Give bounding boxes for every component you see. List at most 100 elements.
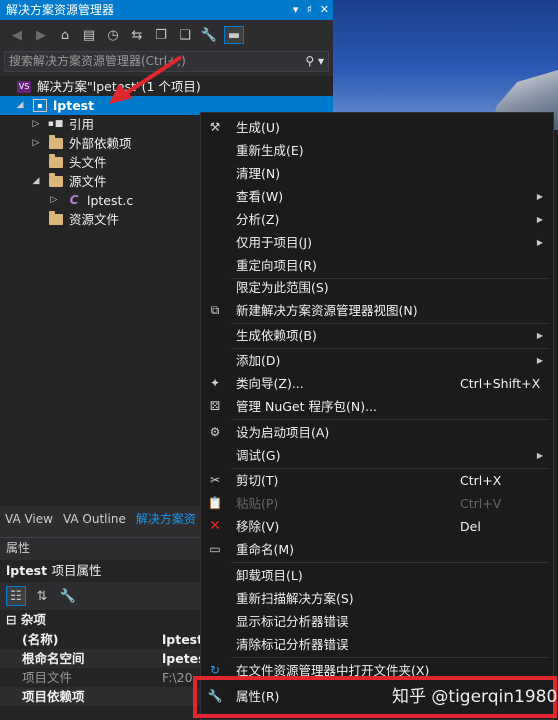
tab-va-outline[interactable]: VA Outline — [58, 508, 131, 530]
solution-explorer-title: 解决方案资源管理器 — [6, 3, 115, 17]
menu-item-rescan[interactable]: 重新扫描解决方案(S) — [201, 587, 553, 610]
pending-changes-icon[interactable]: ◷ — [104, 26, 122, 44]
properties-object-name: lptest — [6, 563, 48, 578]
menu-item-label: 查看(W) — [236, 189, 284, 204]
menu-item-view[interactable]: 查看(W) ▶ — [201, 185, 553, 208]
back-icon[interactable]: ◀ — [8, 26, 26, 44]
expand-arrow-icon[interactable]: ▷ — [48, 191, 60, 210]
collapse-all-icon[interactable]: ❐ — [152, 26, 170, 44]
tree-item-label: lptest.c — [87, 193, 134, 208]
switch-views-icon[interactable]: ▤ — [80, 26, 98, 44]
forward-icon[interactable]: ▶ — [32, 26, 50, 44]
expand-arrow-icon[interactable]: ▷ — [30, 115, 42, 134]
collapse-category-icon[interactable]: ⊟ — [6, 612, 16, 627]
menu-item-build-deps[interactable]: 生成依赖项(B) ▶ — [201, 324, 553, 347]
menu-item-clean[interactable]: 清理(N) — [201, 162, 553, 185]
home-icon[interactable]: ⌂ — [56, 26, 74, 44]
menu-item-retarget[interactable]: 重定向项目(R) — [201, 254, 553, 277]
categorized-icon[interactable]: ☷ — [6, 586, 26, 606]
menu-item-label: 限定为此范围(S) — [236, 280, 329, 295]
collapse-arrow-icon[interactable]: ◢ — [14, 96, 26, 115]
tree-item-label: 引用 — [69, 117, 95, 132]
menu-item-label: 重新扫描解决方案(S) — [236, 591, 354, 606]
tab-va-view[interactable]: VA View — [0, 508, 58, 530]
folder-icon — [49, 135, 63, 149]
folder-open-icon — [49, 173, 63, 187]
gear-icon: ⚙ — [209, 425, 221, 439]
menu-item-label: 剪切(T) — [236, 473, 279, 488]
property-value: lptest — [162, 632, 204, 647]
property-name: 项目依赖项 — [22, 689, 85, 704]
property-category[interactable]: ⊟ 杂项 — [0, 610, 46, 629]
nuget-icon: ⚄ — [209, 399, 221, 413]
menu-item-rebuild[interactable]: 重新生成(E) — [201, 139, 553, 162]
menu-item-label: 清除标记分析器错误 — [236, 637, 349, 652]
menu-item-shortcut: Del — [460, 519, 481, 534]
property-name: 项目文件 — [22, 670, 73, 685]
sync-icon[interactable]: ⇆ — [128, 26, 146, 44]
menu-item-label: 调试(G) — [236, 448, 281, 463]
expand-arrow-icon[interactable]: ▷ — [30, 134, 42, 153]
properties-wrench-icon[interactable]: 🔧 — [200, 26, 218, 44]
new-view-icon: ⧉ — [210, 303, 220, 317]
menu-item-label: 仅用于项目(J) — [236, 235, 312, 250]
menu-item-label: 粘贴(P) — [236, 496, 279, 511]
build-icon: ⚒ — [209, 120, 221, 134]
properties-object-type: 项目属性 — [51, 563, 102, 578]
menu-item-new-view[interactable]: ⧉ 新建解决方案资源管理器视图(N) — [201, 299, 553, 322]
solution-explorer-title-bar: 解决方案资源管理器 ▾ ♯ ✕ — [0, 0, 333, 20]
menu-item-nuget[interactable]: ⚄ 管理 NuGet 程序包(N)... — [201, 395, 553, 418]
tab-solution-explorer[interactable]: 解决方案资 — [131, 508, 201, 530]
watermark: 知乎 @tigerqin1980 — [392, 687, 558, 707]
close-icon[interactable]: ✕ — [320, 0, 329, 20]
menu-item-build[interactable]: ⚒ 生成(U) — [201, 116, 553, 139]
solution-icon: VS — [17, 80, 31, 93]
menu-item-remove[interactable]: ✕ 移除(V) Del — [201, 515, 553, 538]
menu-item-label: 移除(V) — [236, 519, 280, 534]
red-arrow-annotation — [109, 55, 183, 104]
menu-item-shortcut: Ctrl+Shift+X — [460, 376, 541, 391]
menu-item-show-tag-errors[interactable]: 显示标记分析器错误 — [201, 610, 553, 633]
class-wizard-icon: ✦ — [209, 376, 221, 390]
scissors-icon: ✂ — [209, 473, 221, 487]
menu-item-scope-to-this[interactable]: 限定为此范围(S) — [201, 276, 553, 299]
folder-icon — [49, 154, 63, 168]
menu-item-analyze[interactable]: 分析(Z) ▶ — [201, 208, 553, 231]
menu-item-debug[interactable]: 调试(G) ▶ — [201, 444, 553, 467]
menu-item-label: 生成依赖项(B) — [236, 328, 317, 343]
menu-item-add[interactable]: 添加(D) ▶ — [201, 349, 553, 372]
pin-icon[interactable]: ♯ — [306, 0, 311, 20]
menu-item-project-only[interactable]: 仅用于项目(J) ▶ — [201, 231, 553, 254]
menu-item-clear-tag-errors[interactable]: 清除标记分析器错误 — [201, 633, 553, 656]
menu-item-cut[interactable]: ✂ 剪切(T) Ctrl+X — [201, 469, 553, 492]
c-file-icon: C — [69, 193, 79, 207]
menu-separator — [231, 562, 549, 563]
tree-item-label: 资源文件 — [69, 212, 120, 227]
property-value: F:\20 — [162, 670, 193, 685]
alphabetical-icon[interactable]: ⇅ — [32, 586, 52, 606]
tree-item-label: 源文件 — [69, 174, 107, 189]
project-icon: ▪ — [33, 99, 47, 112]
paste-icon: 📋 — [207, 496, 223, 510]
remove-icon: ✕ — [209, 518, 221, 534]
menu-item-rename[interactable]: ▭ 重命名(M) — [201, 538, 553, 561]
menu-item-paste[interactable]: 📋 粘贴(P) Ctrl+V — [201, 492, 553, 515]
search-icon[interactable]: ⚲ ▾ — [305, 52, 324, 71]
dropdown-icon[interactable]: ▾ — [293, 0, 299, 20]
menu-item-class-wizard[interactable]: ✦ 类向导(Z)... Ctrl+Shift+X — [201, 372, 553, 395]
collapse-arrow-icon[interactable]: ◢ — [30, 172, 42, 191]
submenu-arrow-icon: ▶ — [536, 238, 543, 247]
show-all-files-icon[interactable]: ❏ — [176, 26, 194, 44]
menu-item-unload[interactable]: 卸载项目(L) — [201, 564, 553, 587]
property-pages-icon[interactable]: 🔧 — [58, 586, 78, 606]
submenu-arrow-icon: ▶ — [536, 192, 543, 201]
solution-explorer-toolbar: ◀ ▶ ⌂ ▤ ◷ ⇆ ❐ ❏ 🔧 ▬ — [0, 20, 333, 50]
preview-selected-icon[interactable]: ▬ — [224, 26, 244, 44]
menu-item-label: 重命名(M) — [236, 542, 295, 557]
property-name: 根命名空间 — [22, 651, 85, 666]
menu-item-label: 分析(Z) — [236, 212, 280, 227]
menu-item-label: 类向导(Z)... — [236, 376, 304, 391]
menu-item-label: 显示标记分析器错误 — [236, 614, 349, 629]
menu-item-shortcut: Ctrl+X — [460, 473, 502, 488]
menu-item-set-startup[interactable]: ⚙ 设为启动项目(A) — [201, 421, 553, 444]
